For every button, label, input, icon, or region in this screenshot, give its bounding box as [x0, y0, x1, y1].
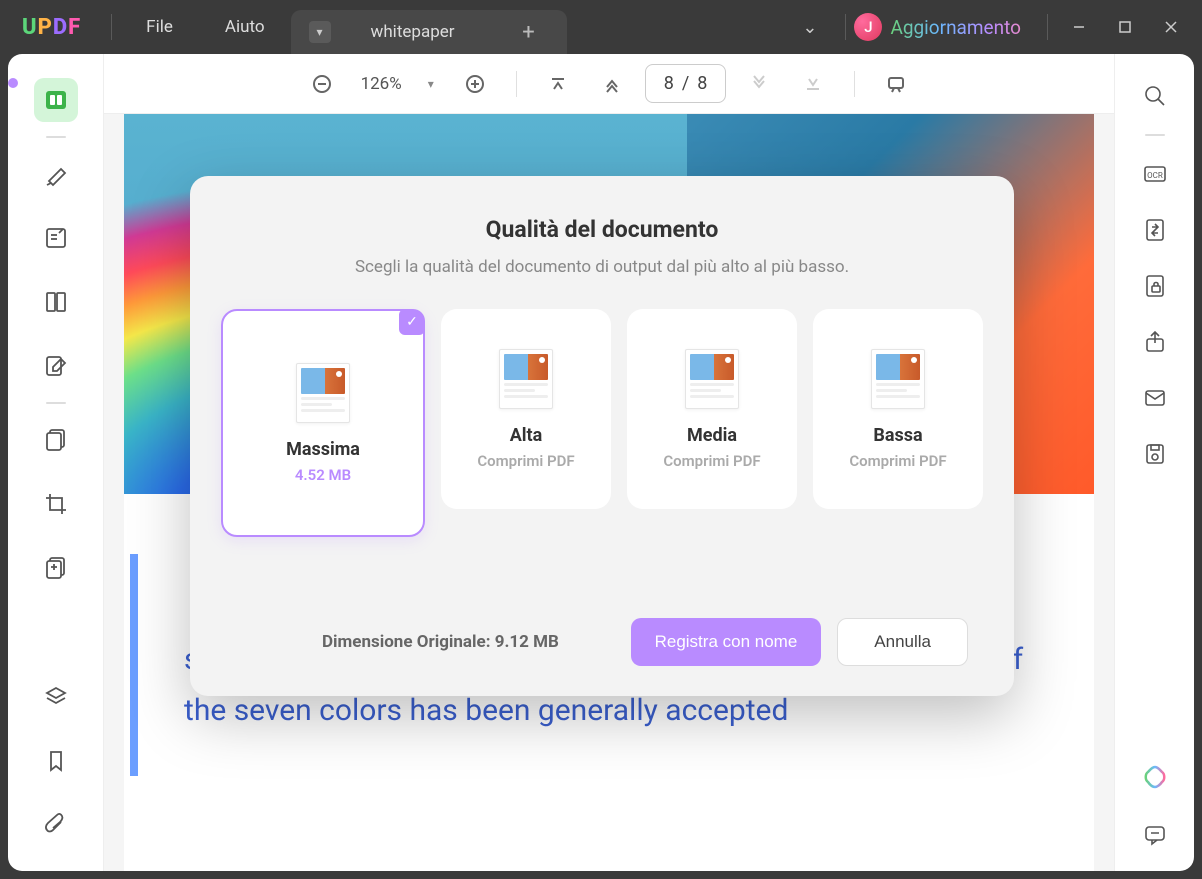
tabs-overflow-icon[interactable]: ⌄ — [782, 17, 837, 38]
dialog-footer: Dimensione Originale: 9.12 MB Registra c… — [226, 618, 978, 666]
ocr-icon[interactable]: OCR — [1135, 154, 1175, 194]
convert-icon[interactable] — [1135, 210, 1175, 250]
app-logo: UPDF — [0, 15, 103, 40]
document-thumb-icon — [499, 349, 553, 409]
document-tab[interactable]: ▾ whitepaper + — [291, 10, 567, 54]
zoom-value: 126% — [355, 74, 408, 94]
protect-icon[interactable] — [1135, 266, 1175, 306]
chat-icon[interactable] — [1135, 815, 1175, 855]
save-as-button[interactable]: Registra con nome — [631, 618, 822, 666]
upgrade-link[interactable]: Aggiornamento — [890, 16, 1039, 39]
option-sub: Comprimi PDF — [849, 452, 946, 470]
page-current: 8 — [664, 73, 674, 94]
menu-help[interactable]: Aiuto — [199, 17, 291, 37]
separator — [111, 14, 112, 40]
page-indicator[interactable]: 8 / 8 — [645, 64, 727, 103]
zoom-dropdown-icon[interactable]: ▾ — [420, 77, 442, 91]
highlight-tool[interactable] — [34, 152, 78, 196]
presentation-button[interactable] — [875, 63, 917, 105]
right-sidebar: OCR — [1114, 54, 1194, 871]
quality-option-medium[interactable]: Media Comprimi PDF — [627, 309, 797, 509]
layers-tool[interactable] — [34, 675, 78, 719]
attachment-tool[interactable] — [34, 803, 78, 847]
option-sub: Comprimi PDF — [663, 452, 760, 470]
text-highlight-strip — [130, 554, 138, 776]
quality-option-low[interactable]: Bassa Comprimi PDF — [813, 309, 983, 509]
email-icon[interactable] — [1135, 378, 1175, 418]
window-close[interactable] — [1148, 0, 1194, 54]
avatar[interactable]: J — [854, 13, 882, 41]
document-thumb-icon — [871, 349, 925, 409]
menu-file[interactable]: File — [120, 17, 199, 37]
option-sub: 4.52 MB — [295, 466, 351, 484]
option-name: Massima — [286, 439, 360, 460]
page-total: 8 — [697, 73, 707, 94]
first-page-button[interactable] — [537, 63, 579, 105]
crop-tool[interactable] — [34, 482, 78, 526]
dialog-title: Qualità del documento — [486, 216, 719, 243]
separator — [854, 71, 855, 97]
compress-tool[interactable] — [34, 546, 78, 590]
quality-option-high[interactable]: Alta Comprimi PDF — [441, 309, 611, 509]
option-name: Alta — [510, 425, 543, 446]
separator — [46, 402, 66, 404]
option-name: Bassa — [873, 425, 922, 446]
search-icon[interactable] — [1135, 76, 1175, 116]
document-thumb-icon — [296, 363, 350, 423]
cancel-button[interactable]: Annulla — [837, 618, 968, 666]
document-thumb-icon — [685, 349, 739, 409]
reader-tool[interactable] — [34, 78, 78, 122]
separator — [1145, 134, 1165, 136]
zoom-out-button[interactable] — [301, 63, 343, 105]
option-name: Media — [687, 425, 737, 446]
window-minimize[interactable] — [1056, 0, 1102, 54]
comment-tool[interactable] — [34, 216, 78, 260]
dialog-subtitle: Scegli la qualità del documento di outpu… — [355, 257, 849, 277]
new-tab-button[interactable]: + — [509, 20, 549, 45]
svg-text:OCR: OCR — [1147, 171, 1163, 180]
page-sep: / — [682, 73, 689, 94]
tab-dropdown-icon[interactable]: ▾ — [309, 21, 331, 43]
quality-option-max[interactable]: ✓ Massima 4.52 MB — [221, 309, 425, 537]
ai-assistant-icon[interactable] — [1135, 757, 1175, 797]
check-icon: ✓ — [399, 309, 425, 335]
bookmark-badge-icon — [834, 114, 894, 174]
original-size-label: Dimensione Originale: 9.12 MB — [322, 632, 559, 652]
quality-options: ✓ Massima 4.52 MB Alta Comprimi PDF Medi… — [221, 309, 983, 537]
tab-title: whitepaper — [345, 22, 495, 42]
last-page-button[interactable] — [792, 63, 834, 105]
organize-tool[interactable] — [34, 418, 78, 462]
prev-page-button[interactable] — [591, 63, 633, 105]
option-sub: Comprimi PDF — [477, 452, 574, 470]
separator — [1047, 14, 1048, 40]
window-maximize[interactable] — [1102, 0, 1148, 54]
separator — [516, 71, 517, 97]
zoom-in-button[interactable] — [454, 63, 496, 105]
titlebar: UPDF File Aiuto ▾ whitepaper + ⌄ J Aggio… — [0, 0, 1202, 54]
edit-tool[interactable] — [34, 344, 78, 388]
quality-dialog: Qualità del documento Scegli la qualità … — [190, 176, 1014, 696]
next-page-button[interactable] — [738, 63, 780, 105]
left-sidebar — [8, 54, 104, 871]
share-icon[interactable] — [1135, 322, 1175, 362]
view-toolbar: 126% ▾ 8 / 8 — [104, 54, 1114, 114]
page-manage-tool[interactable] — [34, 280, 78, 324]
separator — [46, 136, 66, 138]
save-icon[interactable] — [1135, 434, 1175, 474]
separator — [845, 14, 846, 40]
bookmark-tool[interactable] — [34, 739, 78, 783]
